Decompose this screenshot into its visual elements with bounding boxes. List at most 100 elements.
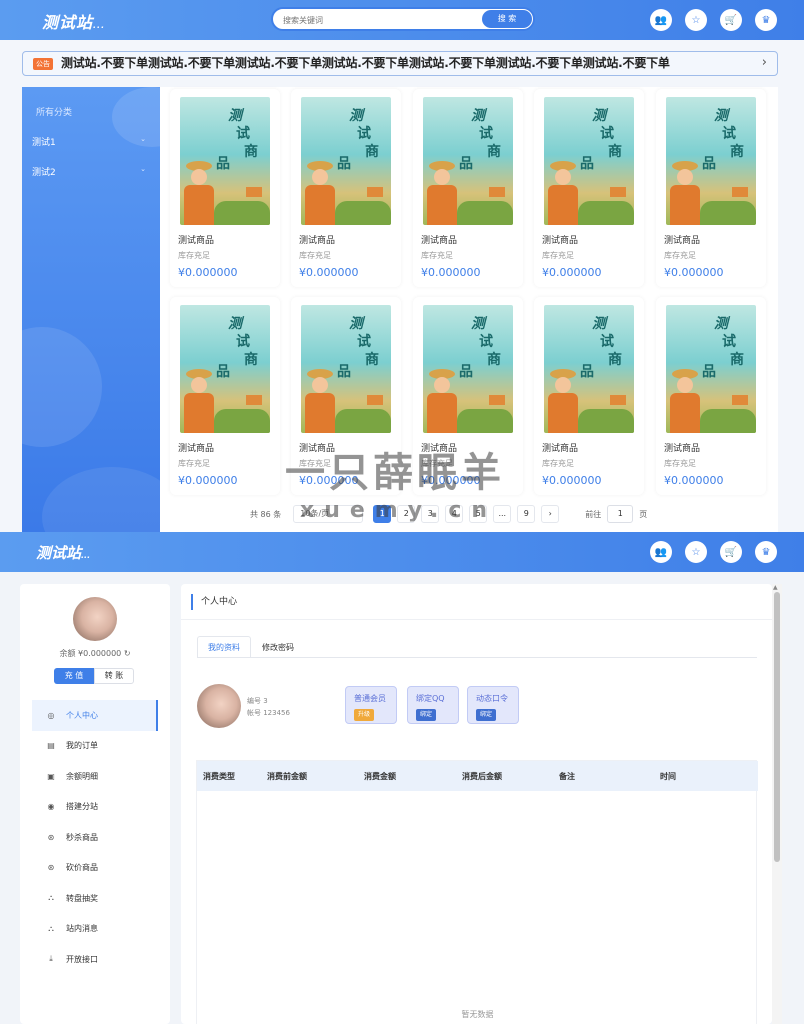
sidebar-item[interactable]: ▣ 余额明细 bbox=[32, 761, 158, 792]
substation-icon: ◉ bbox=[47, 802, 55, 812]
wallet-icon: ▣ bbox=[47, 771, 55, 781]
goods-card[interactable]: 测试商品测试商品 库存充足 ¥0.000000 bbox=[291, 89, 401, 287]
recharge-button[interactable]: 充 值 bbox=[54, 668, 94, 684]
empty-text: 暂无数据 bbox=[461, 1010, 494, 1019]
goods-card[interactable]: 测试商品测试商品 库存充足 ¥0.000000 bbox=[534, 297, 644, 495]
goods-image[interactable]: 测试商品 bbox=[544, 305, 634, 433]
goods-name[interactable]: 测试商品 bbox=[421, 233, 457, 246]
goods-stock: 库存充足 bbox=[542, 459, 574, 468]
category-item-2[interactable]: 测试2 ⌄ bbox=[32, 165, 150, 178]
sidebar-item-label: 余额明细 bbox=[66, 771, 98, 781]
goods-price: ¥0.000000 bbox=[178, 266, 238, 279]
goods-price: ¥0.000000 bbox=[299, 266, 359, 279]
goods-price: ¥0.000000 bbox=[421, 266, 481, 279]
refresh-icon[interactable]: ↻ bbox=[124, 649, 131, 658]
bind-qq-card: 绑定QQ 绑定 bbox=[407, 686, 459, 724]
chevron-right-icon[interactable]: › bbox=[762, 55, 767, 70]
sidebar-item-label: 砍价商品 bbox=[66, 863, 98, 873]
search-button[interactable]: 搜 索 bbox=[482, 10, 532, 28]
sidebar-item[interactable]: ◉ 搭建分站 bbox=[32, 792, 158, 823]
user-avatar bbox=[197, 684, 241, 728]
tab-my-profile[interactable]: 我的资料 bbox=[197, 636, 251, 658]
sidebar-item-label: 站内消息 bbox=[66, 924, 98, 934]
scrollbar-thumb[interactable] bbox=[774, 592, 780, 862]
bind-qq-button[interactable]: 绑定 bbox=[416, 709, 437, 721]
sidebar-item[interactable]: ◎ 个人中心 bbox=[32, 700, 158, 731]
goods-name[interactable]: 测试商品 bbox=[542, 233, 578, 246]
goods-name[interactable]: 测试商品 bbox=[178, 441, 214, 454]
goods-name[interactable]: 测试商品 bbox=[542, 441, 578, 454]
page-button[interactable]: 9 bbox=[517, 505, 536, 523]
star-icon[interactable]: ☆ bbox=[685, 541, 707, 563]
goods-stock: 库存充足 bbox=[178, 459, 210, 468]
goods-card[interactable]: 测试商品测试商品 库存充足 ¥0.000000 bbox=[656, 297, 766, 495]
star-icon[interactable]: ☆ bbox=[685, 9, 707, 31]
api-icon: ⤓ bbox=[49, 954, 53, 964]
goods-name[interactable]: 测试商品 bbox=[178, 233, 214, 246]
goods-image[interactable]: 测试商品 bbox=[666, 97, 756, 225]
cart-icon[interactable]: 🛒 bbox=[720, 541, 742, 563]
page-title: 个人中心 bbox=[191, 594, 237, 610]
sidebar-item[interactable]: ⊛ 秒杀商品 bbox=[32, 822, 158, 853]
header-icons: 👥 ☆ 🛒 ♛ bbox=[650, 541, 777, 563]
goods-card[interactable]: 测试商品测试商品 库存充足 ¥0.000000 bbox=[656, 89, 766, 287]
goods-image[interactable]: 测试商品 bbox=[544, 97, 634, 225]
avatar[interactable] bbox=[73, 597, 117, 641]
goods-stock: 库存充足 bbox=[299, 251, 331, 260]
category-item-1[interactable]: 测试1 ⌄ bbox=[32, 135, 150, 148]
bind-token-button[interactable]: 绑定 bbox=[476, 709, 497, 721]
scrollbar[interactable]: ▲ bbox=[772, 584, 782, 1024]
goods-price: ¥0.000000 bbox=[178, 474, 238, 487]
goods-price: ¥0.000000 bbox=[542, 474, 602, 487]
sidebar-item[interactable]: ⤓ 开放接口 bbox=[32, 944, 158, 975]
goods-image[interactable]: 测试商品 bbox=[180, 305, 270, 433]
user-id: 编号 3 bbox=[247, 697, 268, 705]
table-header-cell: 消费金额 bbox=[364, 772, 396, 781]
user-account: 帐号 123456 bbox=[247, 709, 290, 717]
sidebar-item[interactable]: ⛬ 转盘抽奖 bbox=[32, 883, 158, 914]
search-input[interactable] bbox=[283, 12, 473, 28]
site-logo[interactable]: 测试站... bbox=[42, 9, 105, 33]
site-logo[interactable]: 测试站... bbox=[36, 542, 90, 563]
goods-image[interactable]: 测试商品 bbox=[180, 97, 270, 225]
goods-card[interactable]: 测试商品测试商品 库存充足 ¥0.000000 bbox=[534, 89, 644, 287]
goods-card[interactable]: 测试商品测试商品 库存充足 ¥0.000000 bbox=[170, 297, 280, 495]
member-level-card: 普通会员 升级 bbox=[345, 686, 397, 724]
pagination-total: 共 86 条 bbox=[250, 509, 282, 519]
sidebar-item[interactable]: ⛬ 站内消息 bbox=[32, 914, 158, 945]
flash-sale-icon: ⊛ bbox=[47, 832, 55, 842]
goods-card[interactable]: 测试商品测试商品 库存充足 ¥0.000000 bbox=[170, 89, 280, 287]
goods-card[interactable]: 测试商品测试商品 库存充足 ¥0.000000 bbox=[413, 89, 523, 287]
tab-change-password[interactable]: 修改密码 bbox=[251, 636, 305, 658]
crown-icon[interactable]: ♛ bbox=[755, 9, 777, 31]
goods-name[interactable]: 测试商品 bbox=[664, 441, 700, 454]
cart-icon[interactable]: 🛒 bbox=[720, 9, 742, 31]
user-group-icon[interactable]: 👥 bbox=[650, 541, 672, 563]
goods-name[interactable]: 测试商品 bbox=[299, 233, 335, 246]
upgrade-button[interactable]: 升级 bbox=[354, 709, 375, 721]
notice-bar: 公告 测试站.不要下单测试站.不要下单测试站.不要下单测试站.不要下单测试站.不… bbox=[22, 51, 778, 76]
goods-image[interactable]: 测试商品 bbox=[301, 97, 391, 225]
search-box: 搜 索 bbox=[271, 7, 535, 31]
sidebar-item[interactable]: ⊛ 砍价商品 bbox=[32, 853, 158, 884]
table-header-cell: 备注 bbox=[559, 772, 575, 781]
transfer-button[interactable]: 转 账 bbox=[94, 668, 134, 684]
goods-image[interactable]: 测试商品 bbox=[301, 305, 391, 433]
goods-image[interactable]: 测试商品 bbox=[423, 97, 513, 225]
goods-image[interactable]: 测试商品 bbox=[666, 305, 756, 433]
goto-suffix: 页 bbox=[639, 509, 648, 519]
header-icons: 👥 ☆ 🛒 ♛ bbox=[650, 9, 777, 31]
next-page-button[interactable]: › bbox=[541, 505, 560, 523]
goods-name[interactable]: 测试商品 bbox=[664, 233, 700, 246]
sidebar-item-label: 搭建分站 bbox=[66, 802, 98, 812]
chevron-down-icon: ⌄ bbox=[140, 165, 146, 173]
sidebar-item-label: 秒杀商品 bbox=[66, 832, 98, 842]
crown-icon[interactable]: ♛ bbox=[755, 541, 777, 563]
profile-panel: 个人中心 我的资料 修改密码 编号 3 帐号 123456 普通会员 升级 绑定… bbox=[181, 584, 772, 1024]
goto-input[interactable]: 1 bbox=[607, 505, 634, 523]
user-group-icon[interactable]: 👥 bbox=[650, 9, 672, 31]
goods-image[interactable]: 测试商品 bbox=[423, 305, 513, 433]
table-header-cell: 消费后金额 bbox=[462, 772, 502, 781]
sidebar-item[interactable]: ▤ 我的订单 bbox=[32, 731, 158, 762]
order-icon: ▤ bbox=[47, 741, 55, 751]
